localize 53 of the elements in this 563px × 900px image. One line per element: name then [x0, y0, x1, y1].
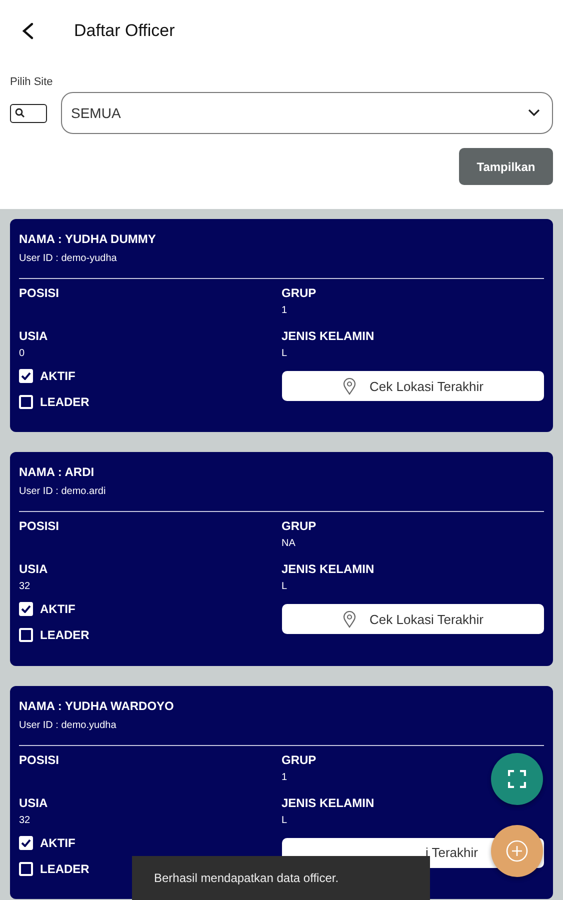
- field-label: JENIS KELAMIN: [282, 329, 376, 343]
- field-label: USIA: [19, 796, 49, 810]
- field-value: 32: [19, 814, 30, 826]
- location-button[interactable]: Cek Lokasi Terakhir: [282, 604, 544, 634]
- field-label: POSISI: [19, 286, 60, 300]
- field-value: 1: [282, 772, 288, 783]
- checkbox[interactable]: [19, 862, 33, 876]
- field-value: 0: [19, 348, 25, 359]
- show-button[interactable]: Tampilkan: [459, 148, 553, 185]
- checkbox[interactable]: [19, 395, 33, 409]
- toast-message: Berhasil mendapatkan data officer.: [154, 871, 339, 885]
- checkbox[interactable]: [19, 369, 33, 383]
- field-label: USIA: [19, 562, 49, 576]
- officer-name: NAMA : ARDI: [19, 465, 94, 480]
- field-label: POSISI: [19, 752, 60, 767]
- field-value: 32: [19, 581, 30, 592]
- search-icon: [15, 108, 25, 118]
- checkbox-label: LEADER: [40, 395, 90, 409]
- field-label: Pilih Site: [10, 76, 53, 88]
- checkbox-label: LEADER: [40, 862, 90, 876]
- checkbox-label: AKTIF: [40, 836, 76, 850]
- user-id: User ID : demo.ardi: [19, 486, 106, 498]
- page-title: Daftar Officer: [74, 21, 175, 41]
- map-pin-icon: [342, 378, 356, 394]
- checkbox-label: AKTIF: [40, 369, 76, 383]
- fullscreen-icon: [508, 770, 526, 788]
- field-label: POSISI: [19, 519, 60, 534]
- user-id: User ID : demo-yudha: [19, 253, 117, 264]
- field-label: GRUP: [282, 519, 318, 534]
- field-value: L: [282, 581, 288, 592]
- field-label: JENIS KELAMIN: [282, 796, 376, 810]
- location-button[interactable]: Cek Lokasi Terakhir: [282, 371, 544, 401]
- chevron-down-icon: [528, 109, 540, 117]
- field-label: JENIS KELAMIN: [282, 562, 376, 576]
- checkbox[interactable]: [19, 836, 33, 850]
- plus-circle-icon: [506, 840, 528, 862]
- officer-name: NAMA : YUDHA WARDOYO: [19, 698, 174, 713]
- field-label: GRUP: [282, 286, 318, 300]
- field-value: NA: [282, 538, 296, 550]
- field-value: 1: [282, 305, 288, 316]
- checkbox[interactable]: [19, 602, 33, 616]
- checkbox-label: AKTIF: [40, 602, 76, 616]
- checkbox-label: LEADER: [40, 628, 90, 642]
- field-label: USIA: [19, 329, 49, 343]
- map-pin-icon: [342, 610, 356, 628]
- checkbox[interactable]: [19, 628, 33, 642]
- officer-name: NAMA : YUDHA DUMMY: [19, 232, 156, 246]
- field-value: L: [282, 348, 288, 359]
- user-id: User ID : demo.yudha: [19, 720, 116, 731]
- site-dropdown[interactable]: SEMUA: [61, 92, 553, 134]
- field-label: GRUP: [282, 752, 318, 767]
- field-value: L: [282, 814, 288, 826]
- search-button[interactable]: [10, 104, 47, 122]
